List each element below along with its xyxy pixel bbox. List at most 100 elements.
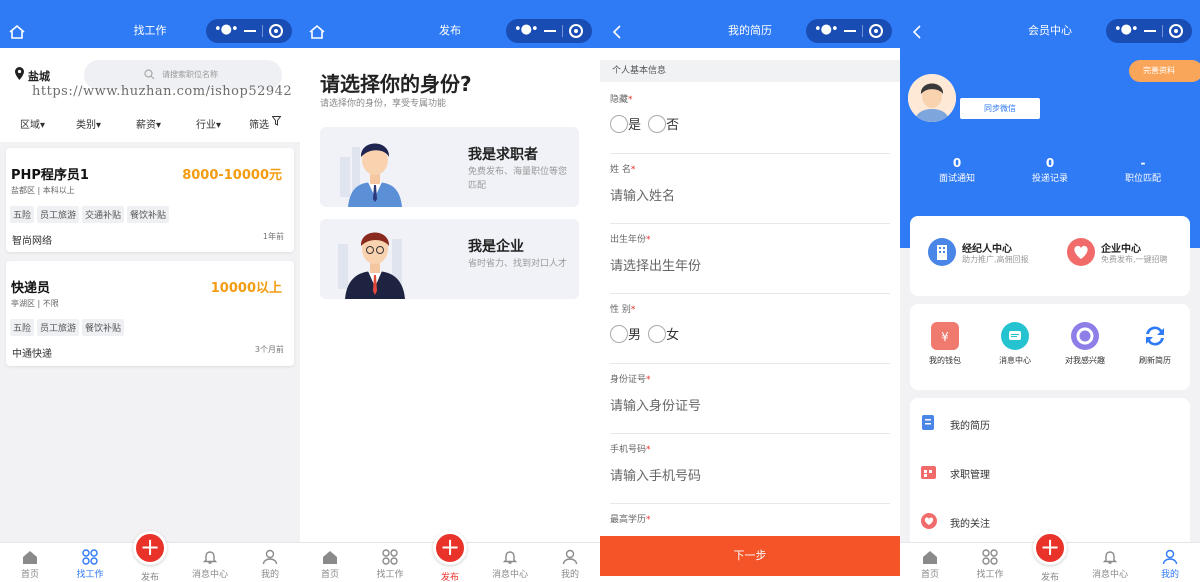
birth-year-picker[interactable]: 请选择出生年份 (610, 255, 890, 274)
tab-mine[interactable]: 我的 (1140, 549, 1200, 580)
close-target-icon[interactable] (1169, 24, 1183, 38)
required-mark: * (630, 165, 636, 175)
tab-home[interactable]: 首页 (300, 549, 360, 580)
identity-title: 我是企业 (468, 239, 524, 255)
id-number-field[interactable]: 身份证号* 请输入身份证号 (610, 372, 890, 434)
tab-home[interactable]: 首页 (900, 549, 960, 580)
heart-icon (921, 513, 937, 529)
complete-profile-button[interactable]: 完善资料 (1129, 60, 1200, 82)
wallet-tool[interactable]: ¥ 我的钱包 (910, 322, 980, 366)
minimize-icon[interactable] (544, 30, 556, 32)
name-input[interactable]: 请输入姓名 (610, 185, 890, 204)
tab-label[interactable]: 发布 (1030, 570, 1070, 582)
tab-label: 首页 (920, 570, 939, 580)
post-time: 3个月前 (254, 345, 284, 354)
tab-label: 消息中心 (1091, 570, 1128, 580)
entry-title: 经纪人中心 (962, 244, 1012, 255)
home-icon (323, 551, 337, 564)
filter-screen[interactable]: 筛选 (249, 116, 269, 131)
publish-plus-button[interactable]: + (133, 531, 167, 565)
radio-male[interactable] (610, 324, 628, 343)
sync-wechat-button[interactable]: 同步微信 (960, 98, 1040, 119)
minimize-icon[interactable] (244, 30, 256, 32)
entry-desc: 助力推广,高佣回报 (962, 255, 1029, 264)
phone-field[interactable]: 手机号码* 请输入手机号码 (610, 442, 890, 504)
funnel-icon[interactable] (272, 116, 281, 126)
post-time: 1年前 (262, 232, 284, 241)
required-mark: * (646, 375, 651, 385)
tab-messages[interactable]: 消息中心 (1080, 549, 1140, 580)
job-tag: 五险 (10, 206, 35, 223)
stat-interview[interactable]: 0 面试通知 (907, 156, 1007, 184)
identity-jobseeker-card[interactable]: 我是求职者 免费发布、海量职位等您匹配 (320, 127, 579, 207)
name-field[interactable]: 姓 名* 请输入姓名 (610, 162, 890, 224)
calendar-icon (921, 466, 936, 479)
mini-program-capsule[interactable]: •●• (506, 19, 592, 43)
tab-find-job[interactable]: 找工作 (60, 549, 120, 580)
more-icon[interactable]: •●• (514, 22, 539, 37)
tab-bar: 首页 找工作 + 发布 消息中心 我的 (0, 531, 300, 582)
tab-messages[interactable]: 消息中心 (480, 549, 540, 580)
close-target-icon[interactable] (269, 24, 283, 38)
publish-plus-button[interactable]: + (433, 531, 467, 565)
tab-messages[interactable]: 消息中心 (180, 549, 240, 580)
filter-salary[interactable]: 薪资▾ (136, 116, 161, 131)
birth-year-field[interactable]: 出生年份* 请选择出生年份 (610, 232, 890, 294)
close-target-icon[interactable] (569, 24, 583, 38)
tab-find-job[interactable]: 找工作 (360, 549, 420, 580)
mini-program-capsule[interactable]: •●• (806, 19, 892, 43)
publish-plus-button[interactable]: + (1033, 531, 1067, 565)
grid-icon (382, 549, 398, 565)
phone-input[interactable]: 请输入手机号码 (610, 465, 890, 484)
radio-no[interactable] (648, 114, 667, 133)
stat-match[interactable]: - 职位匹配 (1093, 156, 1193, 184)
close-target-icon[interactable] (869, 24, 883, 38)
stat-value: - (1140, 156, 1146, 170)
gender-field: 性 别* 男 女 (610, 302, 890, 364)
minimize-icon[interactable] (1144, 30, 1156, 32)
message-tool[interactable]: 消息中心 (980, 322, 1050, 366)
entry-title: 企业中心 (1101, 244, 1141, 255)
tab-label: 我的 (1160, 570, 1179, 580)
job-tag: 餐饮补贴 (82, 319, 125, 336)
job-card[interactable]: PHP程序员1 8000-10000元 盐都区 | 本科以上 五险 员工旅游 交通补… (6, 148, 294, 252)
avatar[interactable] (908, 74, 956, 122)
job-card[interactable]: 快递员 10000以上 亭湖区 | 不限 五险 员工旅游 餐饮补贴 中通快递 3个月… (6, 261, 294, 366)
filter-industry[interactable]: 行业▾ (196, 116, 221, 131)
minimize-icon[interactable] (844, 30, 856, 32)
refresh-icon (1141, 322, 1169, 350)
tab-label: 我的 (560, 570, 579, 580)
tab-mine[interactable]: 我的 (540, 549, 600, 580)
city-selector[interactable]: 盐城 (28, 68, 50, 84)
more-icon[interactable]: •●• (814, 22, 839, 37)
mini-program-capsule[interactable]: •●• (1106, 19, 1192, 43)
field-label: 身份证号 (610, 375, 647, 385)
tab-label[interactable]: 发布 (130, 570, 170, 582)
home-icon (23, 551, 37, 564)
tab-find-job[interactable]: 找工作 (960, 549, 1020, 580)
menu-label: 我的简历 (950, 421, 990, 432)
required-mark: * (628, 95, 633, 105)
refresh-tool[interactable]: 刷新简历 (1120, 322, 1190, 366)
mini-program-capsule[interactable]: •●• (206, 19, 292, 43)
more-icon[interactable]: •●• (214, 22, 239, 37)
search-placeholder: 请搜索职位名称 (162, 70, 218, 79)
radio-label: 男 (628, 328, 642, 343)
identity-desc: 省时省力、找到对口人才 (468, 259, 568, 269)
tab-home[interactable]: 首页 (0, 549, 60, 580)
tab-label[interactable]: 发布 (430, 570, 470, 582)
filter-category[interactable]: 类别▾ (76, 116, 101, 131)
user-icon (1162, 549, 1178, 565)
stat-delivery[interactable]: 0 投递记录 (1000, 156, 1100, 184)
tab-mine[interactable]: 我的 (240, 549, 300, 580)
tab-bar: 首页 找工作 + 发布 消息中心 我的 (300, 531, 600, 582)
jobseeker-illustration (340, 143, 402, 207)
radio-yes[interactable] (610, 114, 628, 133)
next-step-button[interactable]: 下一步 (600, 536, 900, 576)
id-number-input[interactable]: 请输入身份证号 (610, 395, 890, 414)
interested-tool[interactable]: 对我感兴趣 (1050, 322, 1120, 366)
filter-area[interactable]: 区域▾ (20, 116, 45, 131)
more-icon[interactable]: •●• (1114, 22, 1139, 37)
identity-company-card[interactable]: 我是企业 省时省力、找到对口人才 (320, 219, 579, 299)
radio-female[interactable] (648, 324, 667, 343)
